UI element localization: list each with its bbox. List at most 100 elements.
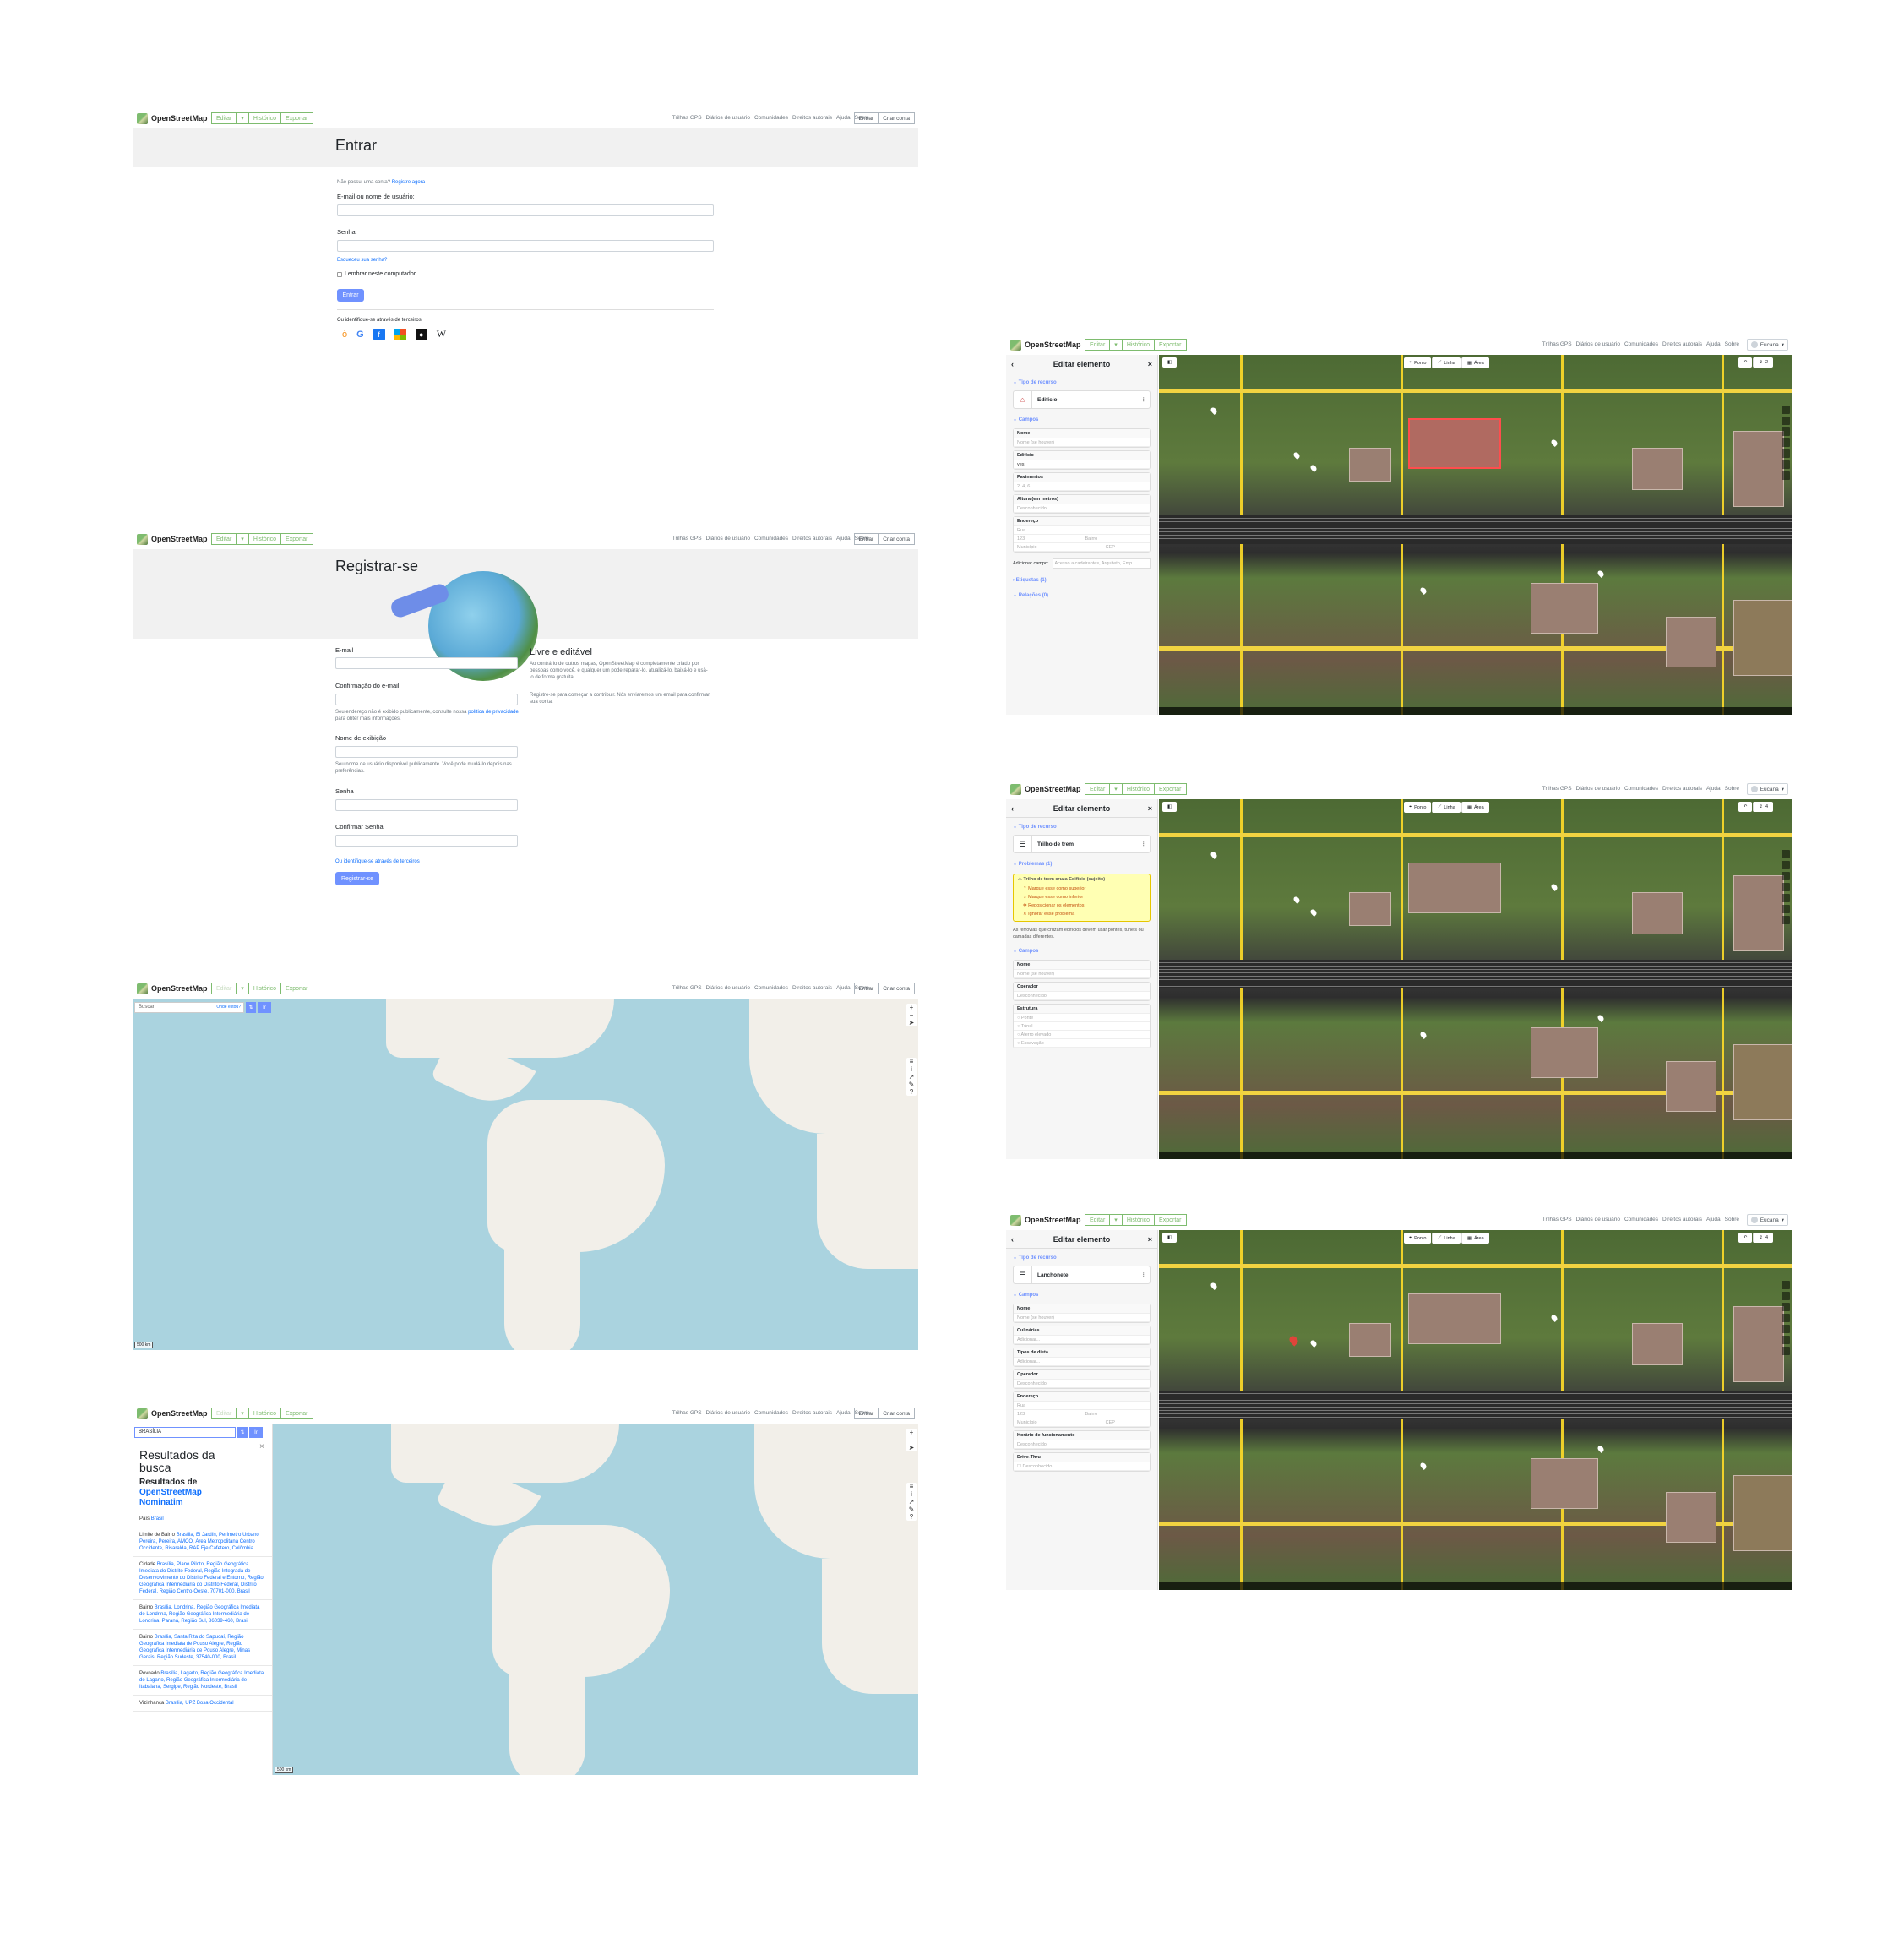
osm-logo[interactable]: OpenStreetMap — [137, 112, 208, 124]
confirm-password-field[interactable] — [335, 835, 518, 847]
share-icon[interactable]: ↗ — [909, 1073, 915, 1081]
fix-move[interactable]: ✥ Reposicionar os elementos — [1018, 901, 1145, 910]
building[interactable] — [1349, 892, 1391, 926]
edit-dropdown-icon[interactable]: ▾ — [1110, 783, 1123, 795]
structure-bridge-radio[interactable]: ○ Ponte — [1014, 1014, 1150, 1022]
fields-section[interactable]: ⌄ Campos — [1006, 411, 1157, 426]
note-icon[interactable]: ✎ — [909, 1506, 915, 1513]
nav-gps-traces[interactable]: Trilhas GPS — [1542, 1217, 1572, 1222]
city-input[interactable]: Município — [1014, 543, 1102, 552]
nav-copyright[interactable]: Direitos autorais — [1662, 341, 1702, 347]
export-button[interactable]: Exportar — [281, 533, 313, 545]
building[interactable] — [1733, 875, 1784, 951]
nav-help[interactable]: Ajuda — [836, 1410, 851, 1416]
query-icon[interactable]: ? — [910, 1513, 913, 1521]
levels-input[interactable]: 2, 4, 6... — [1014, 482, 1150, 491]
edit-dropdown-icon[interactable]: ▾ — [237, 1408, 249, 1419]
building[interactable] — [1733, 1306, 1784, 1382]
nav-about[interactable]: Sobre — [1725, 786, 1739, 792]
nav-copyright[interactable]: Direitos autorais — [792, 536, 832, 542]
signup-link[interactable]: Criar conta — [879, 112, 915, 124]
zoom-in-icon[interactable] — [1782, 1281, 1790, 1289]
zoom-in-icon[interactable]: + — [910, 1004, 914, 1011]
operator-input[interactable]: Desconhecido — [1014, 992, 1150, 1000]
result-item[interactable]: Bairro Brasília, Londrina, Região Geográ… — [133, 1600, 272, 1630]
more-icon[interactable]: ⋮ — [1141, 841, 1147, 847]
nav-gps-traces[interactable]: Trilhas GPS — [1542, 341, 1572, 347]
structure-embankment-radio[interactable]: ○ Aterro elevado — [1014, 1031, 1150, 1039]
operator-input[interactable]: Desconhecido — [1014, 1380, 1150, 1388]
locate-icon[interactable]: ➤ — [909, 1019, 915, 1026]
building[interactable] — [1531, 1458, 1598, 1509]
layers-icon[interactable] — [1782, 427, 1790, 436]
neighbourhood-input[interactable]: Bairro — [1081, 1410, 1150, 1418]
export-button[interactable]: Exportar — [281, 983, 313, 994]
building[interactable] — [1733, 1044, 1792, 1120]
password-field[interactable] — [337, 240, 714, 252]
help-icon[interactable] — [1782, 471, 1790, 480]
preset-button[interactable]: ☰ Trilho de trem ⋮ — [1013, 835, 1151, 853]
nav-communities[interactable]: Comunidades — [1624, 786, 1658, 792]
nav-diaries[interactable]: Diários de usuário — [706, 985, 750, 991]
email-field[interactable] — [335, 657, 518, 669]
login-link[interactable]: Entrar — [853, 1408, 879, 1419]
email-field[interactable] — [337, 204, 714, 216]
cuisine-input[interactable]: Adicionar... — [1014, 1336, 1150, 1344]
help-icon[interactable] — [1782, 1347, 1790, 1355]
password-field[interactable] — [335, 799, 518, 811]
add-area-button[interactable]: ▦ Área — [1461, 1233, 1489, 1244]
nav-about[interactable]: Sobre — [1725, 1217, 1739, 1222]
structure-tunnel-radio[interactable]: ○ Túnel — [1014, 1022, 1150, 1031]
fields-section[interactable]: ⌄ Campos — [1006, 942, 1157, 957]
satellite-map[interactable]: ◧ ⌖ Ponto ⟋ Linha ▦ Área ↶ ⇪ 2 — [1159, 355, 1792, 715]
nav-copyright[interactable]: Direitos autorais — [792, 115, 832, 121]
nav-help[interactable]: Ajuda — [1706, 1217, 1721, 1222]
satellite-map[interactable]: ◧ ⌖ Ponto ⟋ Linha ▦ Área ↶ ⇪ 4 — [1159, 1230, 1792, 1590]
nav-help[interactable]: Ajuda — [836, 536, 851, 542]
login-link[interactable]: Entrar — [853, 533, 879, 545]
edit-dropdown-icon[interactable]: ▾ — [1110, 339, 1123, 351]
display-name-field[interactable] — [335, 746, 518, 758]
building[interactable] — [1733, 1475, 1792, 1551]
history-button[interactable]: Histórico — [248, 533, 282, 545]
login-link[interactable]: Entrar — [853, 983, 879, 994]
map-data-icon[interactable] — [1782, 438, 1790, 447]
zoom-out-icon[interactable] — [1782, 417, 1790, 425]
undo-button[interactable]: ↶ — [1738, 1233, 1753, 1243]
add-point-button[interactable]: ⌖ Ponto — [1404, 1233, 1432, 1244]
register-submit-button[interactable]: Registrar-se — [335, 872, 379, 885]
more-icon[interactable]: ⋮ — [1141, 1271, 1147, 1278]
sidebar-toggle-icon[interactable]: ◧ — [1162, 357, 1178, 368]
osm-logo[interactable]: OpenStreetMap — [137, 533, 208, 545]
save-button[interactable]: ⇪ 2 — [1753, 357, 1773, 368]
user-menu[interactable]: Eucana ▾ — [1746, 1214, 1788, 1226]
edit-button[interactable]: Editar — [1085, 1214, 1111, 1226]
building[interactable] — [1632, 892, 1683, 934]
nav-copyright[interactable]: Direitos autorais — [792, 1410, 832, 1416]
share-icon[interactable]: ↗ — [909, 1498, 915, 1506]
number-input[interactable]: 123 — [1014, 535, 1082, 543]
nav-gps-traces[interactable]: Trilhas GPS — [672, 985, 702, 991]
signup-link[interactable]: Criar conta — [879, 1408, 915, 1419]
wikipedia-icon[interactable]: W — [437, 328, 446, 340]
feature-type-section[interactable]: ⌄ Tipo de recurso — [1006, 818, 1157, 833]
confirm-email-field[interactable] — [335, 694, 518, 705]
query-icon[interactable]: ? — [910, 1088, 913, 1096]
issues-icon[interactable] — [1782, 449, 1790, 458]
building[interactable] — [1531, 583, 1598, 634]
export-button[interactable]: Exportar — [1155, 339, 1187, 351]
map-data-icon[interactable] — [1782, 1314, 1790, 1322]
save-button[interactable]: ⇪ 4 — [1753, 802, 1773, 812]
register-now-link[interactable]: Registre agora — [392, 180, 425, 185]
add-area-button[interactable]: ▦ Área — [1461, 802, 1489, 813]
result-item[interactable]: Povoado Brasília, Lagarto, Região Geográ… — [133, 1666, 272, 1696]
edit-dropdown-icon[interactable]: ▾ — [1110, 1214, 1123, 1226]
preferences-icon[interactable] — [1782, 905, 1790, 913]
login-link[interactable]: Entrar — [853, 112, 879, 124]
signup-link[interactable]: Criar conta — [879, 983, 915, 994]
go-button[interactable]: Ir — [249, 1427, 263, 1438]
zoom-out-icon[interactable] — [1782, 861, 1790, 869]
directions-icon[interactable]: ⇅ — [246, 1002, 256, 1013]
edit-button[interactable]: Editar — [1085, 339, 1111, 351]
locate-icon[interactable]: ➤ — [909, 1444, 915, 1451]
